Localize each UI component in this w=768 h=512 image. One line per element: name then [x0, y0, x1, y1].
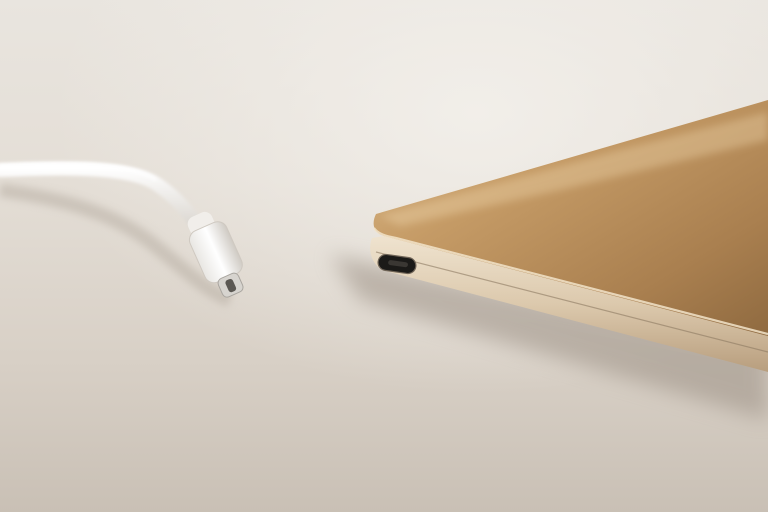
photo-scene: [0, 0, 768, 512]
photo-illustration: [0, 0, 768, 512]
